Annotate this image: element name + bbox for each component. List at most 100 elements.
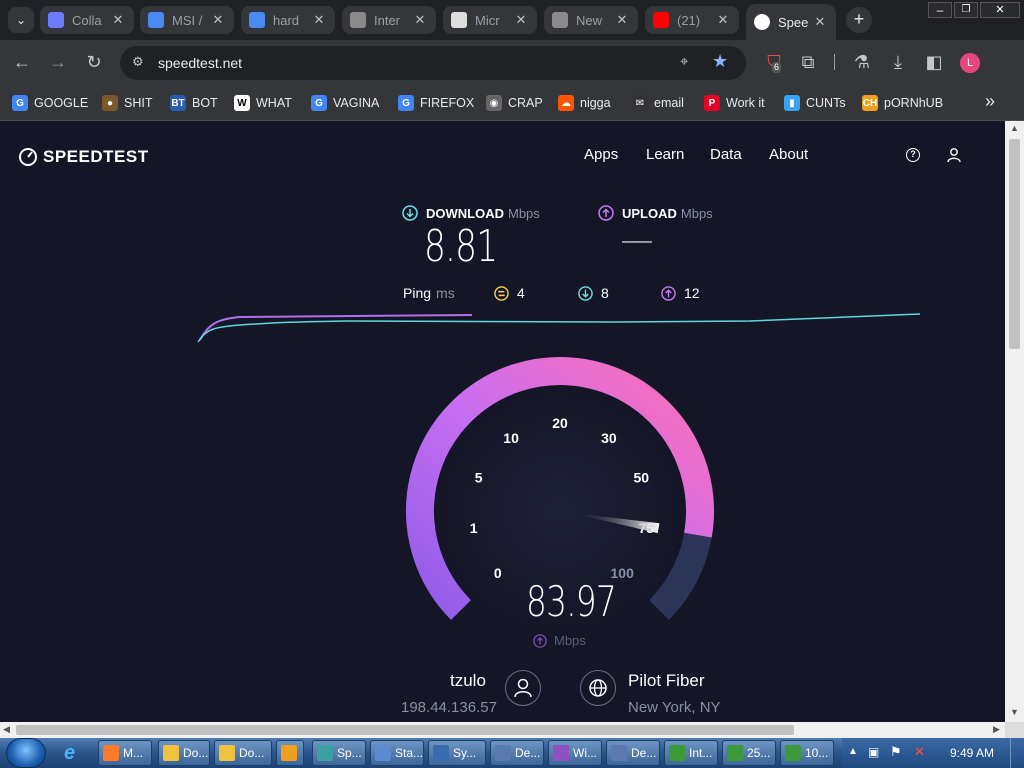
- clock[interactable]: 9:49 AM: [950, 746, 994, 760]
- forward-button[interactable]: →: [46, 50, 70, 74]
- close-tab-icon[interactable]: ✕: [210, 12, 226, 28]
- tab-search-button[interactable]: ⌄: [8, 7, 34, 33]
- taskbar-item-6[interactable]: Sta...: [370, 740, 424, 766]
- internet-explorer-icon[interactable]: e: [64, 742, 86, 764]
- nav-apps[interactable]: Apps: [584, 146, 618, 163]
- start-button[interactable]: [6, 738, 46, 768]
- nav-about[interactable]: About: [769, 146, 808, 163]
- w-icon: W: [234, 95, 250, 111]
- location-icon[interactable]: ⌖: [680, 53, 688, 70]
- scroll-up-arrow[interactable]: ▲: [1010, 123, 1019, 133]
- search-icon: [48, 12, 64, 28]
- tab-8[interactable]: Spee ✕: [746, 4, 836, 40]
- tab-2[interactable]: MSI / ✕: [140, 6, 234, 34]
- ublock-extension-icon[interactable]: ⛉6: [762, 50, 786, 74]
- gauge-tick-0: 0: [494, 565, 502, 581]
- tab-6[interactable]: New ✕: [544, 6, 638, 34]
- flag-tray-icon[interactable]: ⚑: [890, 744, 902, 760]
- site-info-icon[interactable]: ⚙: [132, 54, 144, 70]
- reload-button[interactable]: ↻: [82, 50, 106, 74]
- close-tab-icon[interactable]: ✕: [513, 12, 529, 28]
- scroll-down-arrow[interactable]: ▼: [1010, 707, 1019, 717]
- speedtest-logo[interactable]: SPEEDTEST: [18, 147, 149, 167]
- bookmark-2[interactable]: ● SHIT: [102, 94, 152, 112]
- taskbar-item-2[interactable]: Do...: [158, 740, 210, 766]
- tab-4[interactable]: Inter ✕: [342, 6, 436, 34]
- tab-title: hard: [273, 12, 300, 28]
- nav-data[interactable]: Data: [710, 146, 742, 163]
- tab-5[interactable]: Micr ✕: [443, 6, 537, 34]
- maximize-button[interactable]: ❐: [954, 2, 978, 18]
- ping-idle-value: 4: [517, 285, 525, 301]
- show-desktop-button[interactable]: [1010, 738, 1024, 768]
- client-icon[interactable]: [505, 670, 541, 706]
- nav-learn[interactable]: Learn: [646, 146, 684, 163]
- help-icon[interactable]: ?: [906, 148, 920, 162]
- account-icon[interactable]: [946, 147, 962, 163]
- browser-toolbar: ← → ↻ ⚙ speedtest.net ⌖ ★ ⛉6 ⧉ ⚗ ⤓ ◧ L: [0, 40, 1024, 84]
- download-label: DOWNLOAD: [426, 205, 504, 221]
- bookmark-4[interactable]: W WHAT: [234, 94, 292, 112]
- close-tab-icon[interactable]: ✕: [614, 12, 630, 28]
- taskbar-item-10[interactable]: De...: [606, 740, 660, 766]
- bookmark-5[interactable]: G VAGINA: [311, 94, 379, 112]
- horizontal-scrollbar[interactable]: ◀ ▶: [0, 722, 1005, 738]
- taskbar-item-8[interactable]: De...: [490, 740, 544, 766]
- taskbar-item-4[interactable]: [276, 740, 304, 766]
- tab-7[interactable]: (21) ✕: [645, 6, 739, 34]
- bookmark-1[interactable]: G GOOGLE: [12, 94, 88, 112]
- bookmark-12[interactable]: CH pORNhUB: [862, 94, 943, 112]
- server-icon[interactable]: [580, 670, 616, 706]
- network-tray-icon[interactable]: ▣: [868, 745, 879, 759]
- bookmark-3[interactable]: BT BOT: [170, 94, 218, 112]
- horizontal-scroll-thumb[interactable]: [16, 725, 794, 735]
- profile-avatar[interactable]: L: [960, 53, 980, 73]
- labs-icon[interactable]: ⚗: [850, 50, 874, 74]
- tab-1[interactable]: Colla ✕: [40, 6, 134, 34]
- app-icon: [163, 745, 179, 761]
- tab-3[interactable]: hard ✕: [241, 6, 335, 34]
- bookmark-star-icon[interactable]: ★: [712, 51, 728, 72]
- close-window-button[interactable]: ✕: [980, 2, 1020, 18]
- bookmarks-overflow-button[interactable]: »: [985, 91, 995, 112]
- close-tab-icon[interactable]: ✕: [715, 12, 731, 28]
- speedtest-logo-icon: [19, 148, 37, 166]
- taskbar-item-3[interactable]: Do...: [214, 740, 272, 766]
- new-tab-button[interactable]: +: [846, 7, 872, 33]
- scroll-right-arrow[interactable]: ▶: [993, 724, 1000, 735]
- bookmark-8[interactable]: ☁ nigga: [558, 94, 611, 112]
- taskbar-item-5[interactable]: Sp...: [312, 740, 366, 766]
- tray-expand-icon[interactable]: ▲: [848, 746, 858, 757]
- scroll-corner: [1005, 722, 1024, 738]
- extensions-icon[interactable]: ⧉: [796, 50, 820, 74]
- bookmark-10[interactable]: P Work it: [704, 94, 765, 112]
- bookmark-6[interactable]: G FIREFOX: [398, 94, 474, 112]
- taskbar-item-1[interactable]: M...: [98, 740, 152, 766]
- volume-muted-tray-icon[interactable]: ✕: [914, 744, 925, 760]
- bookmark-label: pORNhUB: [884, 96, 944, 110]
- close-tab-icon[interactable]: ✕: [311, 12, 327, 28]
- close-tab-icon[interactable]: ✕: [412, 12, 428, 28]
- tab-title: Micr: [475, 12, 500, 28]
- close-tab-icon[interactable]: ✕: [110, 12, 126, 28]
- gauge-tick-50: 50: [634, 469, 650, 485]
- taskbar-item-7[interactable]: Sy...: [428, 740, 486, 766]
- taskbar-item-11[interactable]: Int...: [664, 740, 718, 766]
- address-bar[interactable]: ⚙ speedtest.net ⌖ ★: [120, 46, 746, 80]
- taskbar-item-12[interactable]: 25...: [722, 740, 776, 766]
- vertical-scrollbar[interactable]: ▲ ▼: [1005, 121, 1024, 722]
- drive-icon: [249, 12, 265, 28]
- bookmark-9[interactable]: ✉ email: [632, 94, 684, 112]
- taskbar-item-9[interactable]: Wi...: [548, 740, 602, 766]
- close-tab-icon[interactable]: ✕: [812, 14, 828, 30]
- taskbar-item-13[interactable]: 10...: [780, 740, 834, 766]
- download-icon[interactable]: ⤓: [886, 50, 910, 74]
- minimize-button[interactable]: –: [928, 2, 952, 18]
- side-panel-icon[interactable]: ◧: [922, 50, 946, 74]
- scroll-left-arrow[interactable]: ◀: [3, 724, 10, 735]
- back-button[interactable]: ←: [10, 50, 34, 74]
- vertical-scroll-thumb[interactable]: [1009, 139, 1020, 349]
- server-name[interactable]: Pilot Fiber: [628, 671, 705, 691]
- bookmark-11[interactable]: ▮ CUNTs: [784, 94, 846, 112]
- bookmark-7[interactable]: ◉ CRAP: [486, 94, 543, 112]
